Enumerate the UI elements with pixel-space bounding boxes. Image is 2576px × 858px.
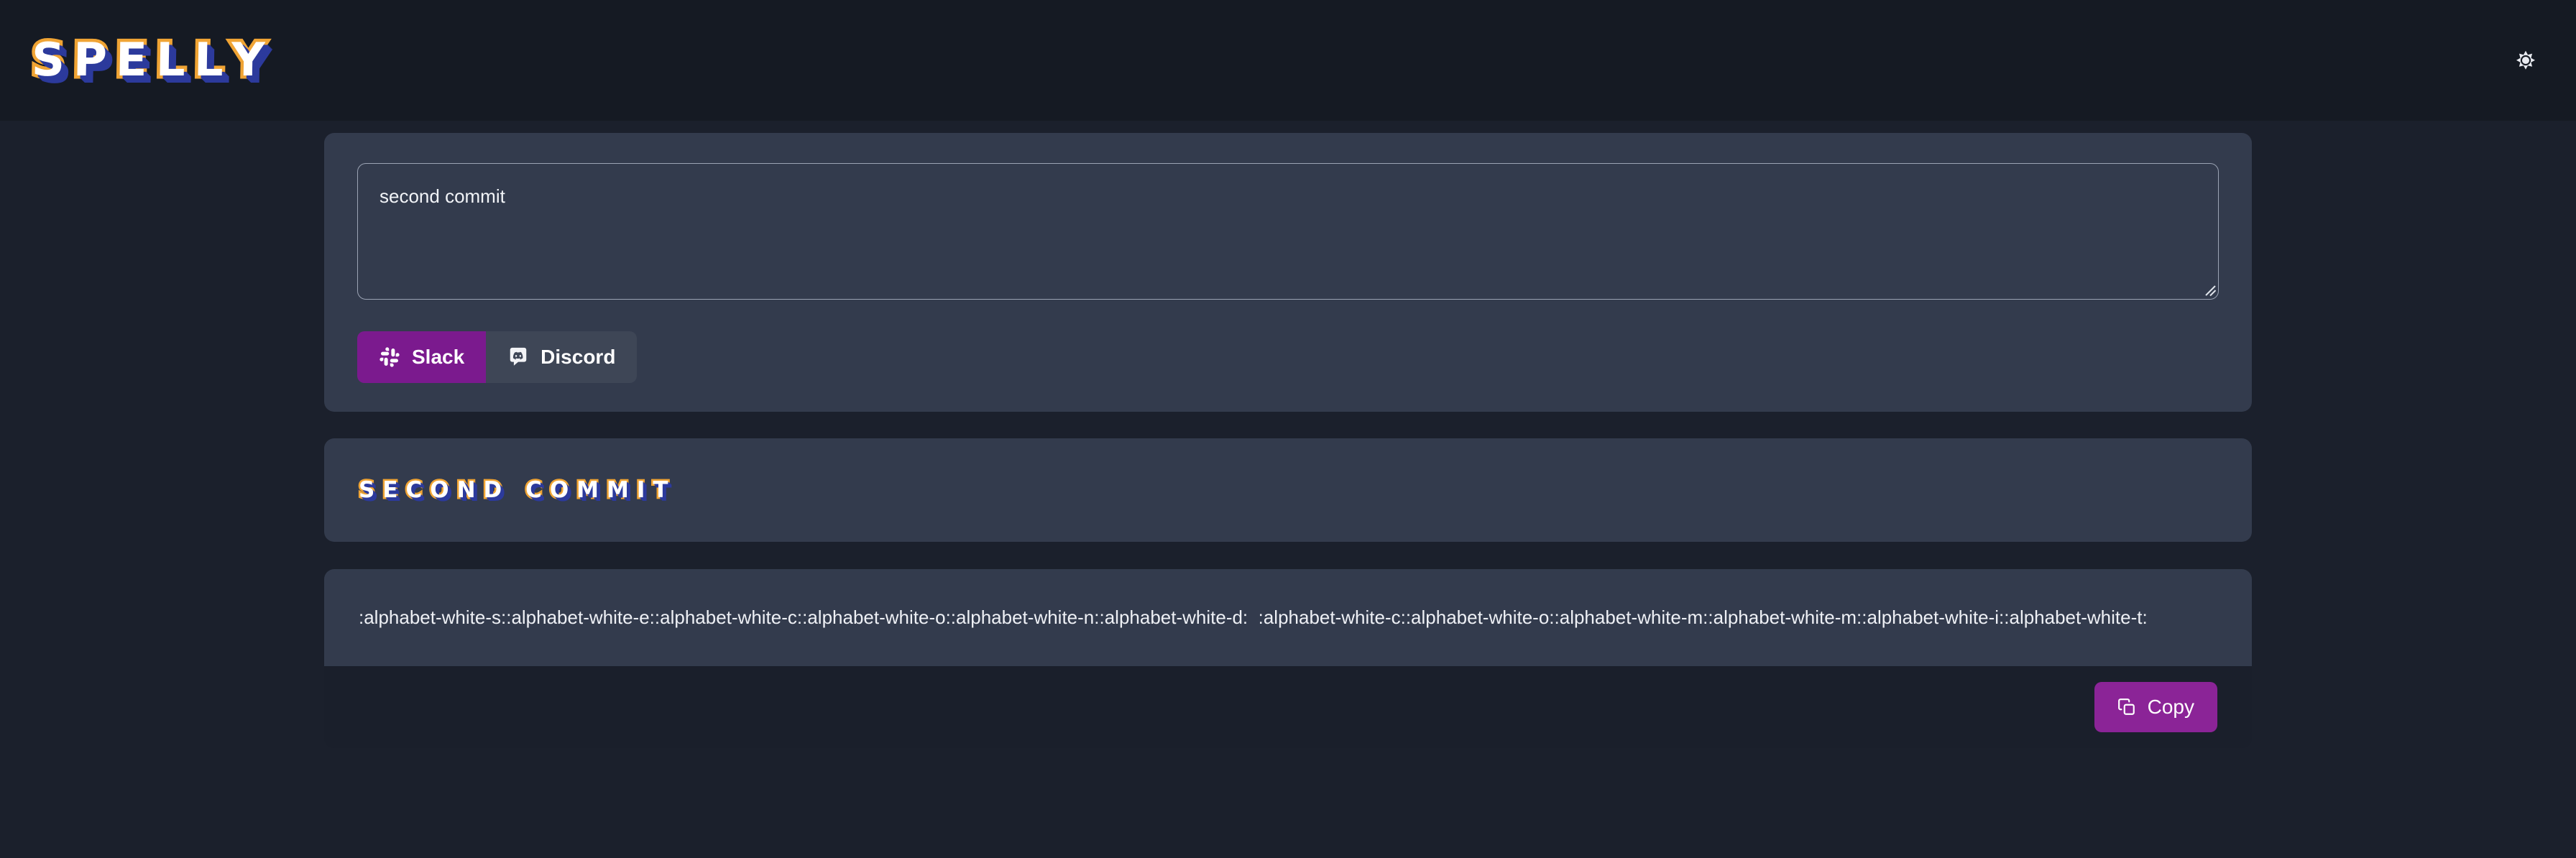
output-card: :alphabet-white-s::alphabet-white-e::alp… [324,569,2252,749]
output-emoji-code[interactable]: :alphabet-white-s::alphabet-white-e::alp… [359,601,2217,635]
platform-selector: Slack Discord [357,331,2219,383]
logo-letter-2: P [70,31,112,91]
slack-icon [379,346,400,368]
output-body: :alphabet-white-s::alphabet-white-e::alp… [324,569,2252,667]
input-card: Slack Discord [324,133,2252,412]
theme-toggle-button[interactable] [2507,42,2544,79]
platform-button-slack[interactable]: Slack [357,331,487,383]
logo-letter-4: L [152,31,190,91]
app-logo: S P E L L Y [26,31,270,91]
page-body: Slack Discord SECOND COMMIT [0,121,2576,858]
logo-letter-1: S [28,31,70,91]
preview-card: SECOND COMMIT [324,438,2252,542]
logo-letter-3: E [112,31,152,91]
discord-icon [507,346,529,368]
output-footer: Copy [324,666,2252,749]
logo-letter-5: L [190,31,228,91]
logo-letter-6: Y [228,31,270,91]
message-input[interactable] [357,163,2219,300]
content-wrapper: Slack Discord SECOND COMMIT [324,133,2252,749]
preview-text: SECOND COMMIT [357,476,676,503]
copy-icon [2117,698,2136,716]
copy-button[interactable]: Copy [2094,682,2217,733]
platform-label-slack: Slack [412,346,465,368]
copy-button-label: Copy [2147,696,2194,719]
app-header: S P E L L Y [0,0,2576,121]
platform-label-discord: Discord [540,346,616,368]
sun-icon [2513,48,2538,73]
platform-button-discord[interactable]: Discord [486,331,638,383]
